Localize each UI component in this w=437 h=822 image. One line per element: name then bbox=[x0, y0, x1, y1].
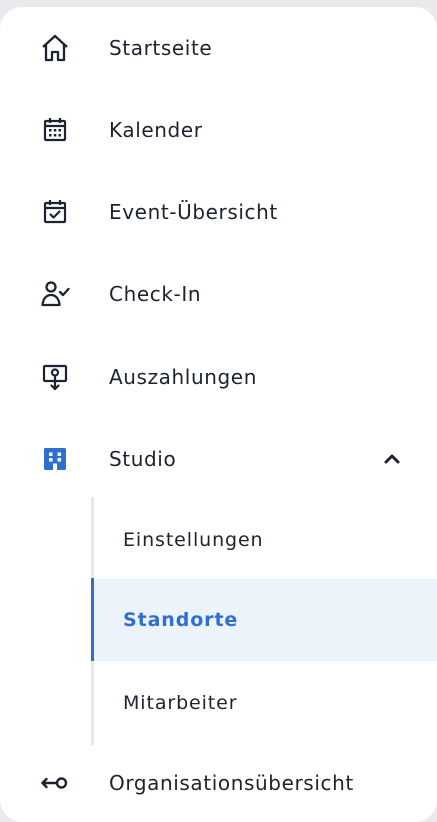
nav-item-check-in[interactable]: Check-In bbox=[0, 264, 437, 324]
nav-item-organisationsuebersicht[interactable]: Organisationsübersicht bbox=[0, 753, 437, 813]
nav-item-label: Studio bbox=[109, 447, 177, 471]
nav-item-startseite[interactable]: Startseite bbox=[0, 18, 437, 78]
user-check-icon bbox=[40, 279, 70, 309]
building-icon bbox=[40, 444, 70, 474]
switch-organization-icon bbox=[40, 768, 70, 798]
nav-item-label: Organisationsübersicht bbox=[109, 771, 354, 795]
sub-item-mitarbeiter[interactable]: Mitarbeiter bbox=[94, 662, 437, 744]
nav-item-kalender[interactable]: Kalender bbox=[0, 100, 437, 160]
sub-item-label: Standorte bbox=[123, 609, 239, 631]
nav-item-label: Kalender bbox=[109, 118, 203, 142]
sub-item-einstellungen[interactable]: Einstellungen bbox=[94, 499, 437, 581]
chevron-up-icon[interactable] bbox=[382, 450, 402, 468]
nav-item-studio[interactable]: Studio bbox=[0, 429, 437, 489]
home-icon bbox=[40, 33, 70, 63]
sub-item-label: Mitarbeiter bbox=[123, 692, 238, 714]
calendar-icon bbox=[40, 115, 70, 145]
calendar-check-icon bbox=[40, 197, 70, 227]
active-indicator bbox=[91, 578, 94, 661]
nav-item-label: Event-Übersicht bbox=[109, 200, 278, 224]
nav-item-label: Check-In bbox=[109, 282, 202, 306]
nav-item-auszahlungen[interactable]: Auszahlungen bbox=[0, 347, 437, 407]
sub-item-label: Einstellungen bbox=[123, 529, 264, 551]
sub-item-standorte[interactable]: Standorte bbox=[94, 579, 437, 661]
nav-item-label: Startseite bbox=[109, 36, 213, 60]
nav-item-label: Auszahlungen bbox=[109, 365, 257, 389]
nav-item-event-uebersicht[interactable]: Event-Übersicht bbox=[0, 182, 437, 242]
payout-icon bbox=[40, 362, 70, 392]
